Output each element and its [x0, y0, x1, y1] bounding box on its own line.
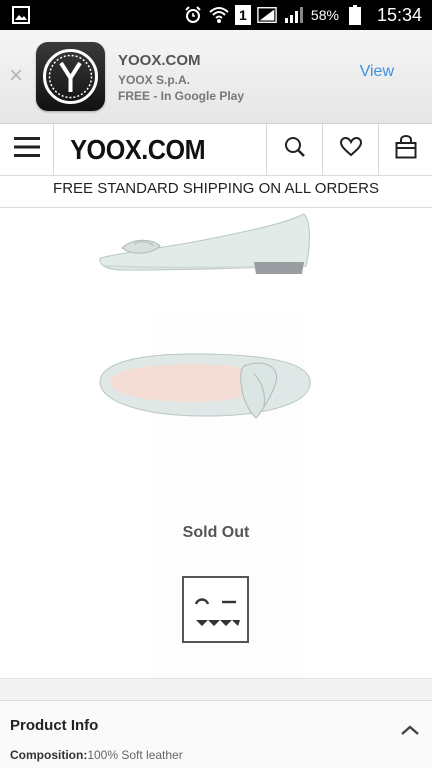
shopping-bag-button[interactable] [378, 124, 432, 175]
product-gallery[interactable]: Sold Out [0, 208, 432, 682]
composition-label: Composition: [10, 748, 88, 762]
shoe-side-view-image[interactable] [94, 210, 314, 285]
product-info-title: Product Info [10, 717, 99, 734]
availability-status: Sold Out [182, 524, 250, 541]
view-app-button[interactable]: View [360, 63, 394, 81]
search-icon [284, 136, 306, 163]
banner-app-company: YOOX S.p.A. [118, 73, 191, 87]
composition-value: 100% Soft leather [87, 748, 183, 762]
shoe-top-view-image[interactable] [94, 346, 314, 431]
size-unavailable-badge [182, 576, 249, 643]
banner-app-name: YOOX.COM [118, 52, 201, 69]
battery-icon [345, 5, 365, 25]
clock: 15:34 [376, 4, 422, 25]
shipping-promo-banner: FREE STANDARD SHIPPING ON ALL ORDERS [0, 176, 432, 208]
search-button[interactable] [266, 124, 322, 175]
wifi-icon [209, 5, 229, 25]
section-divider [0, 678, 432, 700]
product-info-section[interactable]: Product Info Composition:100% Soft leath… [0, 700, 432, 768]
sim-slot-number: 1 [239, 7, 247, 23]
alarm-icon [183, 5, 203, 25]
heart-icon [339, 136, 362, 162]
gallery-notification-icon [12, 6, 30, 24]
signal-strength-icon [257, 5, 277, 25]
menu-button[interactable] [0, 124, 54, 175]
site-logo[interactable]: YOOX.COM [54, 124, 245, 175]
wishlist-button[interactable] [322, 124, 378, 175]
chevron-up-icon[interactable] [400, 723, 420, 735]
site-header: YOOX.COM [0, 124, 432, 176]
banner-store-text: FREE - In Google Play [118, 89, 245, 103]
signal-bars-icon [283, 5, 303, 25]
shopping-bag-icon [395, 134, 417, 164]
yoox-app-icon[interactable] [36, 42, 105, 111]
battery-percent: 58% [310, 7, 339, 23]
sim-slot-icon: 1 [234, 5, 251, 25]
composition-line: Composition:100% Soft leather [10, 748, 183, 762]
hamburger-menu-icon [13, 136, 40, 163]
close-icon[interactable]: × [6, 64, 26, 88]
app-install-banner: × YOOX.COM YOOX S.p.A. FREE - In Google … [0, 30, 432, 124]
status-bar: 1 58% 15:34 [0, 0, 432, 30]
